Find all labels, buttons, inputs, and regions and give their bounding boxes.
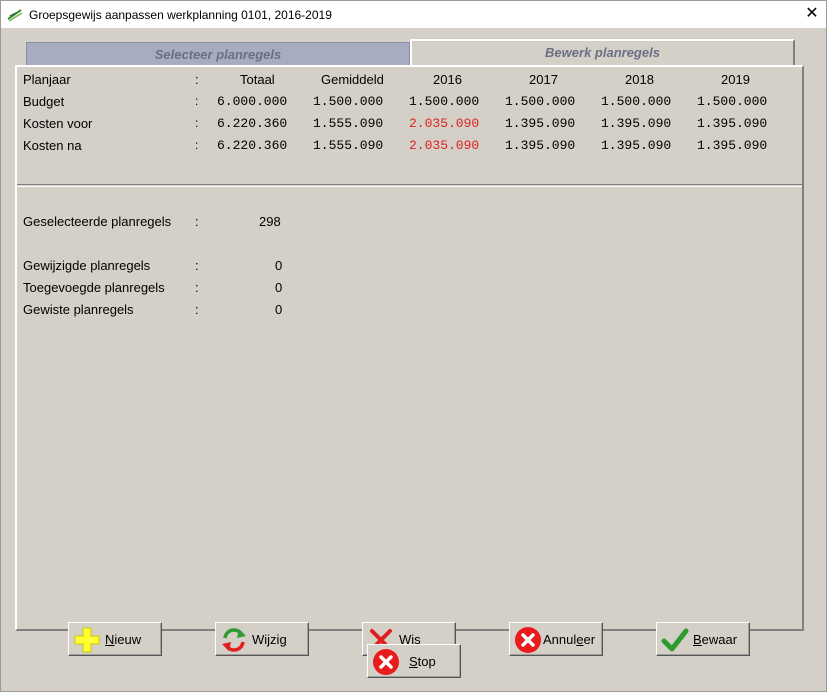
cell-2018: 1.500.000	[601, 94, 672, 109]
stop-button[interactable]: Stop	[367, 644, 461, 678]
cell-totaal: 6.220.360	[217, 138, 288, 153]
window-body: Selecteer planregels Bewerk planregels P…	[0, 28, 827, 692]
nieuw-label: Nieuw	[105, 632, 142, 647]
cell-2017: 1.395.090	[505, 138, 576, 153]
stat-label: Toegevoegde planregels	[23, 280, 165, 295]
tab-selecteer-planregels[interactable]: Selecteer planregels	[26, 42, 410, 66]
cell-2016-over-budget: 2.035.090	[409, 116, 480, 131]
row-label: Kosten voor	[23, 116, 93, 131]
stat-value: 0	[275, 302, 283, 317]
cell-2017: 1.500.000	[505, 94, 576, 109]
app-icon	[7, 7, 23, 23]
wijzig-label: Wijzig	[252, 632, 287, 647]
stat-label: Gewiste planregels	[23, 302, 134, 317]
window-title: Groepsgewijs aanpassen werkplanning 0101…	[29, 8, 332, 22]
stat-label: Gewijzigde planregels	[23, 258, 151, 273]
table-header: Planjaar : Totaal Gemiddeld 2016 2017 20…	[23, 72, 803, 90]
check-icon	[661, 626, 689, 654]
cell-totaal: 6.220.360	[217, 116, 288, 131]
row-colon: :	[195, 138, 199, 152]
header-2017: 2017	[529, 72, 558, 87]
title-bar: Groepsgewijs aanpassen werkplanning 0101…	[0, 0, 827, 28]
header-label: Planjaar	[23, 72, 71, 87]
stop-icon	[372, 648, 400, 676]
divider	[17, 184, 802, 187]
stat-gewijzigd: Gewijzigde planregels : 0	[23, 258, 803, 276]
stat-value: 0	[275, 258, 283, 273]
cell-2017: 1.395.090	[505, 116, 576, 131]
header-totaal: Totaal	[240, 72, 275, 87]
stop-label: Stop	[409, 654, 436, 669]
annuleer-button[interactable]: Annuleer	[509, 622, 603, 656]
bewaar-label: Bewaar	[693, 632, 738, 647]
cell-totaal: 6.000.000	[217, 94, 288, 109]
stat-colon: :	[195, 214, 199, 229]
cell-2016: 1.500.000	[409, 94, 480, 109]
stat-geselecteerd: Geselecteerde planregels : 298	[23, 214, 803, 232]
cancel-icon	[514, 626, 542, 654]
stat-label: Geselecteerde planregels	[23, 214, 172, 229]
stat-toegevoegd: Toegevoegde planregels : 0	[23, 280, 803, 298]
row-colon: :	[195, 116, 199, 130]
header-2019: 2019	[721, 72, 750, 87]
annuleer-label: Annuleer	[543, 632, 596, 647]
stat-colon: :	[195, 302, 199, 317]
cell-2016-over-budget: 2.035.090	[409, 138, 480, 153]
table-row: Kosten na : 6.220.360 1.555.090 2.035.09…	[23, 138, 803, 156]
stat-value: 298	[259, 214, 281, 229]
cell-2019: 1.395.090	[697, 116, 768, 131]
cell-gemiddeld: 1.500.000	[313, 94, 384, 109]
plus-icon	[73, 626, 101, 654]
cell-gemiddeld: 1.555.090	[313, 116, 384, 131]
cell-2018: 1.395.090	[601, 138, 672, 153]
edit-panel: Planjaar : Totaal Gemiddeld 2016 2017 20…	[15, 65, 804, 656]
wijzig-button[interactable]: Wijzig	[215, 622, 309, 656]
stat-colon: :	[195, 258, 199, 273]
stat-gewist: Gewiste planregels : 0	[23, 302, 803, 320]
table-row: Kosten voor : 6.220.360 1.555.090 2.035.…	[23, 116, 803, 134]
cell-2019: 1.500.000	[697, 94, 768, 109]
cell-2019: 1.395.090	[697, 138, 768, 153]
refresh-icon	[220, 626, 248, 654]
row-label: Kosten na	[23, 138, 82, 153]
nieuw-button[interactable]: Nieuw	[68, 622, 162, 656]
header-2018: 2018	[625, 72, 654, 87]
stat-colon: :	[195, 280, 199, 295]
tab-bewerk-planregels[interactable]: Bewerk planregels	[410, 39, 795, 66]
table-row: Budget : 6.000.000 1.500.000 1.500.000 1…	[23, 94, 803, 112]
cell-gemiddeld: 1.555.090	[313, 138, 384, 153]
header-2016: 2016	[433, 72, 462, 87]
row-label: Budget	[23, 94, 65, 109]
cell-2018: 1.395.090	[601, 116, 672, 131]
header-gemiddeld: Gemiddeld	[321, 72, 384, 87]
stat-value: 0	[275, 280, 283, 295]
close-icon[interactable]: ✕	[798, 1, 826, 29]
bewaar-button[interactable]: Bewaar	[656, 622, 750, 656]
row-colon: :	[195, 94, 199, 108]
header-colon: :	[195, 72, 199, 87]
